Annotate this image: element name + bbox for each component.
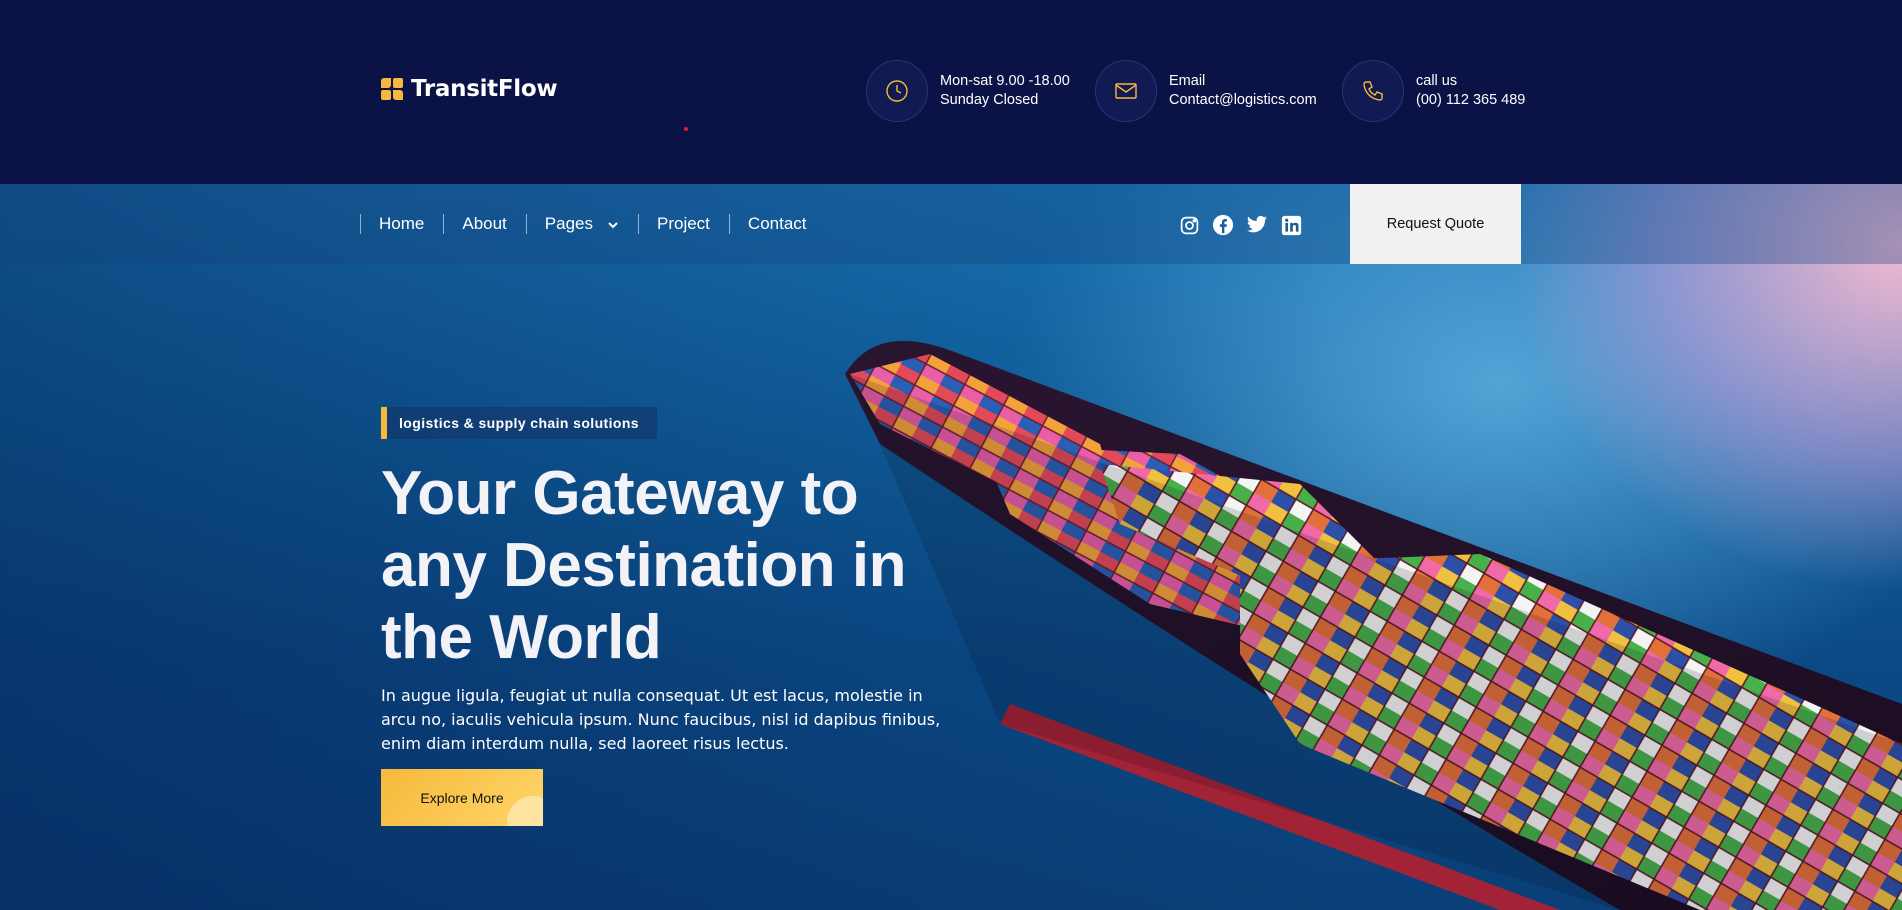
instagram-icon[interactable]: [1178, 214, 1200, 236]
nav-about-label: About: [462, 214, 507, 233]
email-label: Email: [1169, 73, 1206, 89]
hero-title: Your Gateway to any Destination in the W…: [381, 459, 906, 672]
hero-background: [0, 184, 1902, 910]
brand-logo[interactable]: TransitFlow: [381, 76, 558, 102]
phone-label: call us: [1416, 73, 1458, 89]
cargo-ship-image: [845, 340, 1902, 910]
decorative-dot: [684, 127, 688, 131]
clock-icon: [866, 60, 928, 122]
explore-more-label: Explore More: [420, 789, 504, 806]
logo-icon: [381, 78, 405, 100]
hours-info: Mon-sat 9.00 -18.00 Sunday Closed: [866, 60, 1070, 122]
chevron-down-icon: [607, 214, 619, 234]
request-quote-button[interactable]: Request Quote: [1350, 184, 1521, 264]
email-info[interactable]: Email Contact@logistics.com: [1095, 60, 1317, 122]
brand-name: TransitFlow: [411, 76, 558, 102]
nav-pages[interactable]: Pages: [525, 184, 638, 264]
linkedin-icon[interactable]: [1280, 214, 1302, 236]
nav-contact-label: Contact: [747, 214, 807, 233]
social-links: [1178, 214, 1302, 236]
email-address[interactable]: Contact@logistics.com: [1169, 91, 1317, 110]
phone-icon: [1342, 60, 1404, 122]
nav-home-label: Home: [379, 214, 425, 233]
nav-project-label: Project: [657, 214, 710, 233]
hero-content: logistics & supply chain solutions Your …: [381, 407, 941, 826]
nav-project[interactable]: Project: [638, 184, 729, 264]
nav-pages-label: Pages: [544, 214, 593, 233]
tag-accent-bar: [381, 407, 387, 439]
hours-line-2: Sunday Closed: [940, 92, 1039, 108]
twitter-icon[interactable]: [1246, 214, 1268, 236]
button-glow: [507, 796, 543, 826]
facebook-icon[interactable]: [1212, 214, 1234, 236]
hours-line-1: Mon-sat 9.00 -18.00: [940, 73, 1070, 89]
nav-contact[interactable]: Contact: [728, 184, 826, 264]
hero-tag-text: logistics & supply chain solutions: [399, 415, 639, 431]
hero-tag: logistics & supply chain solutions: [381, 407, 657, 439]
phone-number[interactable]: (00) 112 365 489: [1416, 91, 1525, 110]
nav-about[interactable]: About: [443, 184, 525, 264]
hero-description: In augue ligula, feugiat ut nulla conseq…: [381, 686, 941, 753]
phone-info[interactable]: call us (00) 112 365 489: [1342, 60, 1525, 122]
explore-more-button[interactable]: Explore More: [381, 769, 543, 826]
main-nav: Home About Pages Project Contact: [0, 184, 1902, 264]
mail-icon: [1095, 60, 1157, 122]
nav-home[interactable]: Home: [360, 184, 443, 264]
top-header: TransitFlow Mon-sat 9.00 -18.00 Sunday C…: [0, 0, 1902, 184]
